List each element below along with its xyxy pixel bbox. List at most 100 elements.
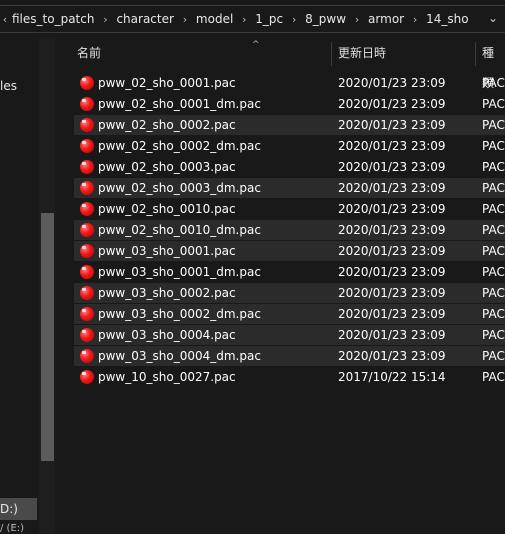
file-name: pww_03_sho_0004_dm.pac xyxy=(98,349,261,363)
file-name: pww_02_sho_0002.pac xyxy=(98,118,236,132)
file-name: pww_02_sho_0010.pac xyxy=(98,202,236,216)
file-type: PAC xyxy=(482,118,505,132)
red-gem-file-icon xyxy=(80,76,94,90)
file-name: pww_03_sho_0002_dm.pac xyxy=(98,307,261,321)
red-gem-file-icon xyxy=(80,181,94,195)
file-row[interactable]: pww_02_sho_0002_dm.pac 2020/01/23 23:09 PA… xyxy=(74,136,505,156)
file-type: PAC xyxy=(482,349,505,363)
red-gem-file-icon xyxy=(80,328,94,342)
red-gem-file-icon xyxy=(80,265,94,279)
file-type: PAC xyxy=(482,160,505,174)
breadcrumb-separator-icon[interactable]: › xyxy=(406,13,424,26)
red-gem-file-icon xyxy=(80,202,94,216)
sort-ascending-icon: ^ xyxy=(252,40,260,50)
file-name: pww_03_sho_0004.pac xyxy=(98,328,236,342)
file-row[interactable]: pww_03_sho_0002.pac 2020/01/23 23:09 PAC xyxy=(74,283,505,303)
file-type: PAC xyxy=(482,223,505,237)
file-row[interactable]: pww_03_sho_0004_dm.pac 2020/01/23 23:09 PA… xyxy=(74,346,505,366)
file-modified-date: 2020/01/23 23:09 xyxy=(338,139,446,153)
file-modified-date: 2020/01/23 23:09 xyxy=(338,307,446,321)
file-row[interactable]: pww_03_sho_0002_dm.pac 2020/01/23 23:09 PA… xyxy=(74,304,505,324)
breadcrumb-separator-icon[interactable]: › xyxy=(96,13,114,26)
breadcrumb-item-14-sho[interactable]: 14_sho xyxy=(424,12,470,26)
breadcrumb-separator-icon[interactable]: › xyxy=(348,13,366,26)
breadcrumb-item-armor[interactable]: armor xyxy=(366,12,406,26)
red-gem-file-icon xyxy=(80,223,94,237)
breadcrumb: ‹ files_to_patch › character › model › 1… xyxy=(0,5,471,33)
file-row[interactable]: pww_02_sho_0001_dm.pac 2020/01/23 23:09 PA… xyxy=(74,94,505,114)
nav-item-drive-e[interactable]: / (E:) xyxy=(0,523,24,534)
red-gem-file-icon xyxy=(80,244,94,258)
red-gem-file-icon xyxy=(80,370,94,384)
file-row[interactable]: pww_10_sho_0027.pac 2017/10/22 15:14 PAC xyxy=(74,367,505,387)
breadcrumb-item-files-to-patch[interactable]: files_to_patch xyxy=(10,12,96,26)
file-row[interactable]: pww_02_sho_0003_dm.pac 2020/01/23 23:09 PA… xyxy=(74,178,505,198)
column-header-name[interactable]: 名前 xyxy=(77,38,101,68)
file-name: pww_02_sho_0010_dm.pac xyxy=(98,223,261,237)
column-header-type[interactable]: 種類 xyxy=(482,38,505,90)
red-gem-file-icon xyxy=(80,139,94,153)
file-row[interactable]: pww_03_sho_0004.pac 2020/01/23 23:09 PAC xyxy=(74,325,505,345)
file-type: PAC xyxy=(482,265,505,279)
file-row[interactable]: pww_02_sho_0010_dm.pac 2020/01/23 23:09 PA… xyxy=(74,220,505,240)
column-divider[interactable] xyxy=(475,42,476,66)
red-gem-file-icon xyxy=(80,286,94,300)
breadcrumb-separator-icon[interactable]: › xyxy=(235,13,253,26)
red-gem-file-icon xyxy=(80,307,94,321)
file-row[interactable]: pww_02_sho_0010.pac 2020/01/23 23:09 PAC xyxy=(74,199,505,219)
file-name: pww_03_sho_0002.pac xyxy=(98,286,236,300)
file-type: PAC xyxy=(482,244,505,258)
file-type: PAC xyxy=(482,286,505,300)
file-type: PAC xyxy=(482,307,505,321)
nav-scrollbar-thumb[interactable] xyxy=(41,213,54,461)
file-name: pww_02_sho_0003_dm.pac xyxy=(98,181,261,195)
file-type: PAC xyxy=(482,181,505,195)
file-modified-date: 2020/01/23 23:09 xyxy=(338,265,446,279)
nav-item-label[interactable]: les xyxy=(0,79,17,93)
column-header: ^ 名前 更新日時 種類 xyxy=(57,38,505,90)
file-modified-date: 2020/01/23 23:09 xyxy=(338,223,446,237)
file-modified-date: 2020/01/23 23:09 xyxy=(338,160,446,174)
file-modified-date: 2020/01/23 23:09 xyxy=(338,118,446,132)
column-divider[interactable] xyxy=(331,42,332,66)
column-header-date[interactable]: 更新日時 xyxy=(338,38,386,68)
file-modified-date: 2020/01/23 23:09 xyxy=(338,97,446,111)
file-name: pww_02_sho_0001.pac xyxy=(98,76,236,90)
breadcrumb-item-8-pww[interactable]: 8_pww xyxy=(303,12,348,26)
address-dropdown-icon[interactable]: ⌄ xyxy=(485,10,501,26)
red-gem-file-icon xyxy=(80,118,94,132)
file-type: PAC xyxy=(482,202,505,216)
file-modified-date: 2020/01/23 23:09 xyxy=(338,328,446,342)
nav-item-drive-d[interactable]: D:) xyxy=(0,502,18,516)
file-row[interactable]: pww_03_sho_0001.pac 2020/01/23 23:09 PAC xyxy=(74,241,505,261)
address-bar[interactable]: ‹ files_to_patch › character › model › 1… xyxy=(0,0,505,38)
red-gem-file-icon xyxy=(80,349,94,363)
file-row[interactable]: pww_02_sho_0001.pac 2020/01/23 23:09 PAC xyxy=(74,73,505,93)
breadcrumb-item-model[interactable]: model xyxy=(194,12,235,26)
file-modified-date: 2020/01/23 23:09 xyxy=(338,76,446,90)
red-gem-file-icon xyxy=(80,97,94,111)
file-modified-date: 2020/01/23 23:09 xyxy=(338,349,446,363)
file-type: PAC xyxy=(482,328,505,342)
file-list: pww_02_sho_0001.pac 2020/01/23 23:09 PAC pw… xyxy=(74,73,505,388)
breadcrumb-chevron-icon[interactable]: ‹ xyxy=(0,13,10,26)
file-type: PAC xyxy=(482,370,505,384)
file-modified-date: 2020/01/23 23:09 xyxy=(338,244,446,258)
file-name: pww_02_sho_0001_dm.pac xyxy=(98,97,261,111)
file-modified-date: 2017/10/22 15:14 xyxy=(338,370,446,384)
breadcrumb-separator-icon[interactable]: › xyxy=(176,13,194,26)
file-name: pww_10_sho_0027.pac xyxy=(98,370,236,384)
file-row[interactable]: pww_03_sho_0001_dm.pac 2020/01/23 23:09 PA… xyxy=(74,262,505,282)
file-type: PAC xyxy=(482,76,505,90)
file-row[interactable]: pww_02_sho_0002.pac 2020/01/23 23:09 PAC xyxy=(74,115,505,135)
file-name: pww_02_sho_0003.pac xyxy=(98,160,236,174)
file-name: pww_02_sho_0002_dm.pac xyxy=(98,139,261,153)
file-row[interactable]: pww_02_sho_0003.pac 2020/01/23 23:09 PAC xyxy=(74,157,505,177)
breadcrumb-item-1-pc[interactable]: 1_pc xyxy=(253,12,285,26)
file-modified-date: 2020/01/23 23:09 xyxy=(338,181,446,195)
file-type: PAC xyxy=(482,97,505,111)
red-gem-file-icon xyxy=(80,160,94,174)
breadcrumb-item-character[interactable]: character xyxy=(114,12,175,26)
breadcrumb-separator-icon[interactable]: › xyxy=(285,13,303,26)
file-name: pww_03_sho_0001_dm.pac xyxy=(98,265,261,279)
